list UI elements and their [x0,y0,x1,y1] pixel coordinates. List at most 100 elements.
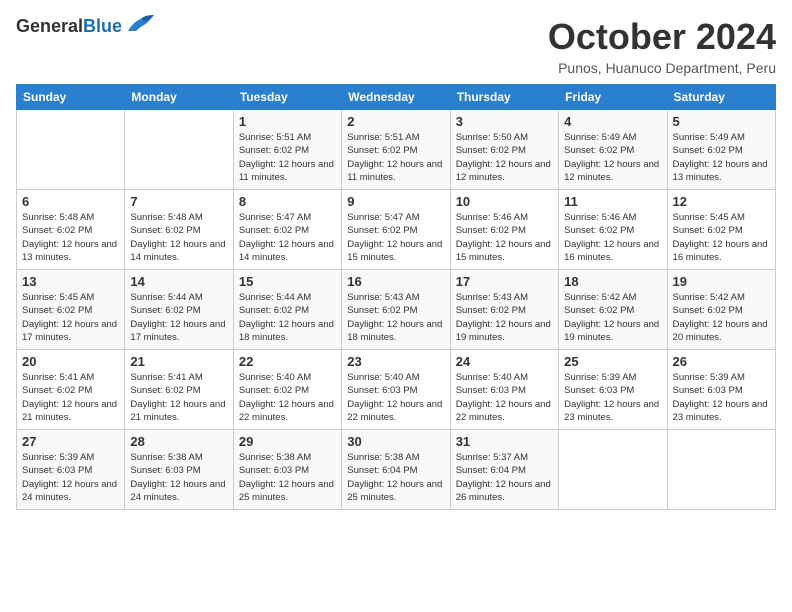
day-number: 16 [347,274,444,289]
calendar-cell [559,430,667,510]
calendar-cell: 5 Sunrise: 5:49 AM Sunset: 6:02 PM Daylig… [667,110,775,190]
day-number: 19 [673,274,770,289]
day-number: 11 [564,194,661,209]
calendar-cell: 4Sunrise: 5:49 AM Sunset: 6:02 PM Daylig… [559,110,667,190]
day-info: Sunrise: 5:51 AM Sunset: 6:02 PM Dayligh… [347,131,444,184]
calendar-cell: 8 Sunrise: 5:47 AM Sunset: 6:02 PM Daylig… [233,190,341,270]
calendar-cell: 22 Sunrise: 5:40 AM Sunset: 6:02 PM Dayli… [233,350,341,430]
calendar-cell: 9Sunrise: 5:47 AM Sunset: 6:02 PM Daylig… [342,190,450,270]
day-number: 3 [456,114,553,129]
day-number: 23 [347,354,444,369]
week-row-4: 20Sunrise: 5:41 AM Sunset: 6:02 PM Dayli… [17,350,776,430]
day-number: 2 [347,114,444,129]
column-header-wednesday: Wednesday [342,85,450,110]
column-header-monday: Monday [125,85,233,110]
day-number: 6 [22,194,119,209]
day-info: Sunrise: 5:49 AM Sunset: 6:02 PM Dayligh… [673,131,770,184]
day-number: 24 [456,354,553,369]
day-info: Sunrise: 5:42 AM Sunset: 6:02 PM Dayligh… [673,291,770,344]
calendar-header-row: SundayMondayTuesdayWednesdayThursdayFrid… [17,85,776,110]
calendar-cell: 16 Sunrise: 5:43 AM Sunset: 6:02 PM Dayli… [342,270,450,350]
month-title: October 2024 [548,16,776,58]
calendar-cell: 10Sunrise: 5:46 AM Sunset: 6:02 PM Dayli… [450,190,558,270]
calendar-cell: 1 Sunrise: 5:51 AM Sunset: 6:02 PM Daylig… [233,110,341,190]
calendar-cell: 11 Sunrise: 5:46 AM Sunset: 6:02 PM Dayli… [559,190,667,270]
day-info: Sunrise: 5:45 AM Sunset: 6:02 PM Dayligh… [673,211,770,264]
day-number: 28 [130,434,227,449]
day-number: 17 [456,274,553,289]
calendar-cell: 29Sunrise: 5:38 AM Sunset: 6:03 PM Dayli… [233,430,341,510]
day-number: 7 [130,194,227,209]
day-info: Sunrise: 5:39 AM Sunset: 6:03 PM Dayligh… [564,371,661,424]
logo-general-text: General [16,16,83,37]
calendar-cell: 30Sunrise: 5:38 AM Sunset: 6:04 PM Dayli… [342,430,450,510]
column-header-tuesday: Tuesday [233,85,341,110]
calendar-cell: 31Sunrise: 5:37 AM Sunset: 6:04 PM Dayli… [450,430,558,510]
column-header-sunday: Sunday [17,85,125,110]
calendar-cell: 21Sunrise: 5:41 AM Sunset: 6:02 PM Dayli… [125,350,233,430]
day-info: Sunrise: 5:45 AM Sunset: 6:02 PM Dayligh… [22,291,119,344]
week-row-2: 6 Sunrise: 5:48 AM Sunset: 6:02 PM Daylig… [17,190,776,270]
day-info: Sunrise: 5:46 AM Sunset: 6:02 PM Dayligh… [564,211,661,264]
day-number: 5 [673,114,770,129]
day-info: Sunrise: 5:40 AM Sunset: 6:03 PM Dayligh… [347,371,444,424]
calendar-cell: 19 Sunrise: 5:42 AM Sunset: 6:02 PM Dayli… [667,270,775,350]
logo-bird-icon [126,13,156,37]
day-number: 20 [22,354,119,369]
day-info: Sunrise: 5:43 AM Sunset: 6:02 PM Dayligh… [347,291,444,344]
title-section: October 2024 Punos, Huanuco Department, … [548,16,776,76]
calendar-cell [667,430,775,510]
calendar-cell: 3 Sunrise: 5:50 AM Sunset: 6:02 PM Daylig… [450,110,558,190]
day-number: 25 [564,354,661,369]
day-info: Sunrise: 5:40 AM Sunset: 6:03 PM Dayligh… [456,371,553,424]
calendar-cell: 20Sunrise: 5:41 AM Sunset: 6:02 PM Dayli… [17,350,125,430]
day-info: Sunrise: 5:44 AM Sunset: 6:02 PM Dayligh… [130,291,227,344]
day-info: Sunrise: 5:38 AM Sunset: 6:03 PM Dayligh… [130,451,227,504]
day-info: Sunrise: 5:40 AM Sunset: 6:02 PM Dayligh… [239,371,336,424]
day-info: Sunrise: 5:47 AM Sunset: 6:02 PM Dayligh… [347,211,444,264]
day-info: Sunrise: 5:48 AM Sunset: 6:02 PM Dayligh… [130,211,227,264]
calendar-table: SundayMondayTuesdayWednesdayThursdayFrid… [16,84,776,510]
day-info: Sunrise: 5:43 AM Sunset: 6:02 PM Dayligh… [456,291,553,344]
day-info: Sunrise: 5:46 AM Sunset: 6:02 PM Dayligh… [456,211,553,264]
page-header: GeneralBlue October 2024 Punos, Huanuco … [16,16,776,76]
column-header-saturday: Saturday [667,85,775,110]
calendar-cell: 7 Sunrise: 5:48 AM Sunset: 6:02 PM Daylig… [125,190,233,270]
calendar-cell: 15 Sunrise: 5:44 AM Sunset: 6:02 PM Dayli… [233,270,341,350]
calendar-cell: 23 Sunrise: 5:40 AM Sunset: 6:03 PM Dayli… [342,350,450,430]
logo: GeneralBlue [16,16,156,37]
calendar-cell: 25 Sunrise: 5:39 AM Sunset: 6:03 PM Dayli… [559,350,667,430]
day-info: Sunrise: 5:47 AM Sunset: 6:02 PM Dayligh… [239,211,336,264]
column-header-friday: Friday [559,85,667,110]
day-info: Sunrise: 5:44 AM Sunset: 6:02 PM Dayligh… [239,291,336,344]
calendar-cell: 13 Sunrise: 5:45 AM Sunset: 6:02 PM Dayli… [17,270,125,350]
day-number: 18 [564,274,661,289]
calendar-cell [17,110,125,190]
day-number: 12 [673,194,770,209]
day-info: Sunrise: 5:50 AM Sunset: 6:02 PM Dayligh… [456,131,553,184]
day-number: 29 [239,434,336,449]
calendar-cell: 26Sunrise: 5:39 AM Sunset: 6:03 PM Dayli… [667,350,775,430]
day-number: 13 [22,274,119,289]
calendar-cell: 27Sunrise: 5:39 AM Sunset: 6:03 PM Dayli… [17,430,125,510]
day-number: 22 [239,354,336,369]
day-info: Sunrise: 5:39 AM Sunset: 6:03 PM Dayligh… [673,371,770,424]
calendar-cell: 2 Sunrise: 5:51 AM Sunset: 6:02 PM Daylig… [342,110,450,190]
calendar-cell: 12 Sunrise: 5:45 AM Sunset: 6:02 PM Dayli… [667,190,775,270]
day-number: 4 [564,114,661,129]
day-number: 8 [239,194,336,209]
week-row-5: 27Sunrise: 5:39 AM Sunset: 6:03 PM Dayli… [17,430,776,510]
day-info: Sunrise: 5:48 AM Sunset: 6:02 PM Dayligh… [22,211,119,264]
week-row-1: 1 Sunrise: 5:51 AM Sunset: 6:02 PM Daylig… [17,110,776,190]
day-number: 14 [130,274,227,289]
day-info: Sunrise: 5:51 AM Sunset: 6:02 PM Dayligh… [239,131,336,184]
location-text: Punos, Huanuco Department, Peru [548,60,776,76]
day-number: 1 [239,114,336,129]
day-info: Sunrise: 5:38 AM Sunset: 6:04 PM Dayligh… [347,451,444,504]
calendar-cell: 6 Sunrise: 5:48 AM Sunset: 6:02 PM Daylig… [17,190,125,270]
day-number: 27 [22,434,119,449]
calendar-cell: 17 Sunrise: 5:43 AM Sunset: 6:02 PM Dayli… [450,270,558,350]
day-info: Sunrise: 5:42 AM Sunset: 6:02 PM Dayligh… [564,291,661,344]
calendar-cell: 28 Sunrise: 5:38 AM Sunset: 6:03 PM Dayli… [125,430,233,510]
day-number: 15 [239,274,336,289]
